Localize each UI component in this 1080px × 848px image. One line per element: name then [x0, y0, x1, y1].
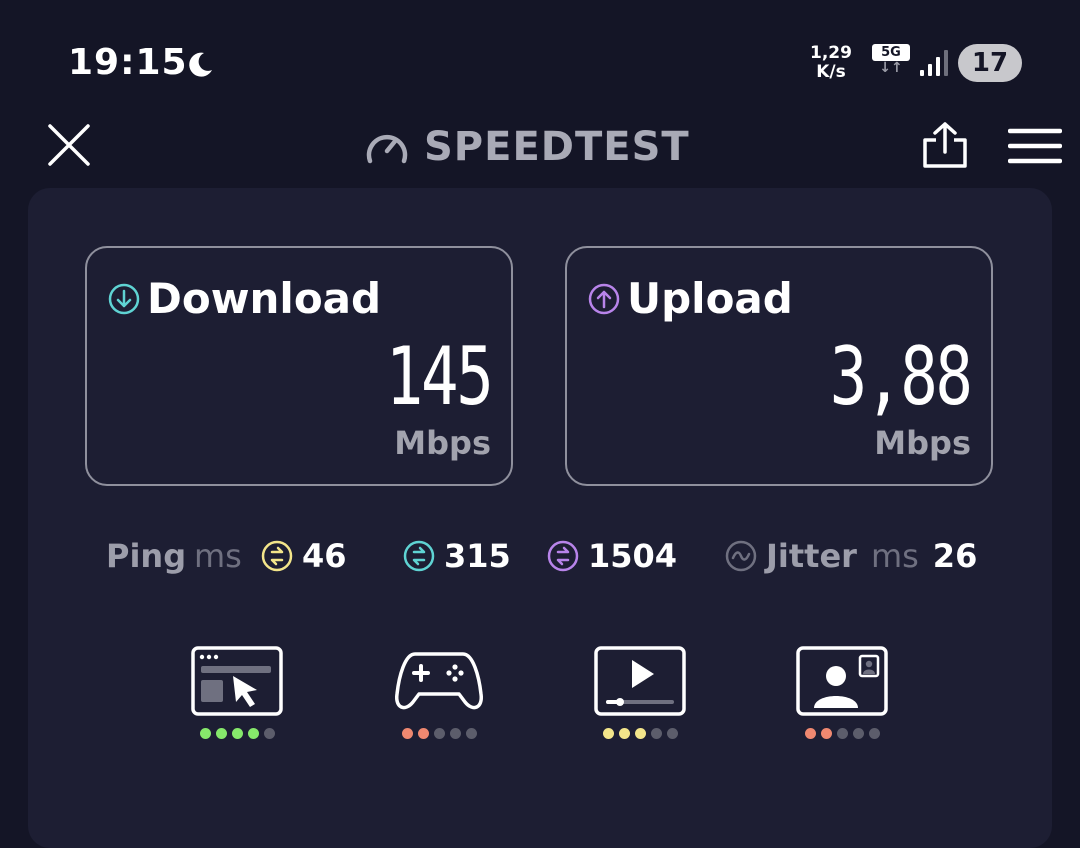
- rating-dot: [804, 728, 816, 739]
- speedometer-icon: [366, 134, 408, 164]
- download-unit: Mbps: [394, 424, 491, 462]
- rating-dot: [666, 728, 678, 739]
- rating-dot: [602, 728, 614, 739]
- ping-upload[interactable]: 1504: [546, 534, 677, 578]
- network-type-label: 5G: [872, 44, 910, 61]
- rating-dot: [231, 728, 243, 739]
- rating-dot: [401, 728, 413, 739]
- battery-indicator: 17: [958, 44, 1022, 82]
- rating-dot: [618, 728, 630, 739]
- web-browsing-icon: [191, 646, 283, 716]
- rating-dot: [247, 728, 259, 739]
- rating-dot: [215, 728, 227, 739]
- jitter-unit: ms: [870, 537, 919, 575]
- signal-strength-icon: [920, 50, 948, 76]
- jitter-label: Jitter: [766, 537, 857, 575]
- network-type-indicator: 5G ↓↑: [872, 44, 910, 75]
- rating-dot: [263, 728, 275, 739]
- download-latency-icon: [403, 540, 435, 572]
- jitter[interactable]: Jitter ms 26: [724, 534, 977, 578]
- usage-rating-dots: [191, 728, 283, 739]
- rating-dot: [820, 728, 832, 739]
- ping-download[interactable]: 315: [402, 534, 511, 578]
- rating-dot: [634, 728, 646, 739]
- network-speed-value: 1,29: [810, 43, 852, 63]
- rating-dot: [433, 728, 445, 739]
- status-time: 19:15: [68, 42, 188, 83]
- upload-label: Upload: [627, 274, 793, 323]
- menu-icon[interactable]: [1008, 128, 1062, 164]
- jitter-icon: [725, 540, 757, 572]
- download-result: Download 145 Mbps: [85, 246, 513, 486]
- ping-idle[interactable]: 46: [260, 534, 347, 578]
- upload-unit: Mbps: [874, 424, 971, 462]
- rating-dot: [199, 728, 211, 739]
- network-speed-unit: K/s: [816, 62, 846, 82]
- ping-upload-value: 1504: [588, 537, 678, 575]
- share-icon[interactable]: [920, 120, 970, 170]
- usage-rating-dots: [393, 728, 485, 739]
- download-arrow-icon: [108, 283, 140, 314]
- usage-web-browsing[interactable]: [191, 646, 283, 739]
- download-label-group: Download: [107, 274, 381, 323]
- usage-rating-dots: [594, 728, 686, 739]
- gaming-icon: [395, 652, 483, 710]
- ping-download-value: 315: [444, 537, 511, 575]
- jitter-value: 26: [932, 537, 978, 575]
- upload-value: 3,88: [830, 330, 973, 423]
- data-activity-icon: ↓↑: [879, 60, 903, 76]
- ping-label: Ping: [106, 537, 187, 575]
- usage-video-streaming[interactable]: [594, 646, 686, 739]
- app-title: SPEEDTEST: [424, 124, 690, 170]
- rating-dot: [417, 728, 429, 739]
- video-streaming-icon: [594, 646, 686, 716]
- rating-dot: [449, 728, 461, 739]
- download-label: Download: [147, 274, 382, 323]
- upload-result: Upload 3,88 Mbps: [565, 246, 993, 486]
- rating-dot: [868, 728, 880, 739]
- rating-dot: [465, 728, 477, 739]
- idle-latency-icon: [261, 540, 293, 572]
- upload-arrow-icon: [588, 283, 620, 314]
- usage-video-chat[interactable]: [796, 646, 888, 739]
- usage-gaming[interactable]: [393, 646, 485, 739]
- upload-label-group: Upload: [587, 274, 793, 323]
- download-value: 145: [385, 330, 493, 423]
- ping-unit: ms: [194, 537, 242, 575]
- usage-rating-dots: [796, 728, 888, 739]
- video-chat-icon: [796, 646, 888, 716]
- moon-icon: [189, 52, 212, 77]
- close-icon[interactable]: [46, 122, 92, 168]
- app-logo: SPEEDTEST: [364, 122, 690, 172]
- rating-dot: [852, 728, 864, 739]
- rating-dot: [836, 728, 848, 739]
- latency-row: Ping ms 46 315 1504 Jitter ms 26: [106, 534, 986, 578]
- ping-idle-value: 46: [302, 537, 347, 575]
- rating-dot: [650, 728, 662, 739]
- network-speed-indicator: 1,29 K/s: [806, 44, 856, 82]
- upload-latency-icon: [547, 540, 579, 572]
